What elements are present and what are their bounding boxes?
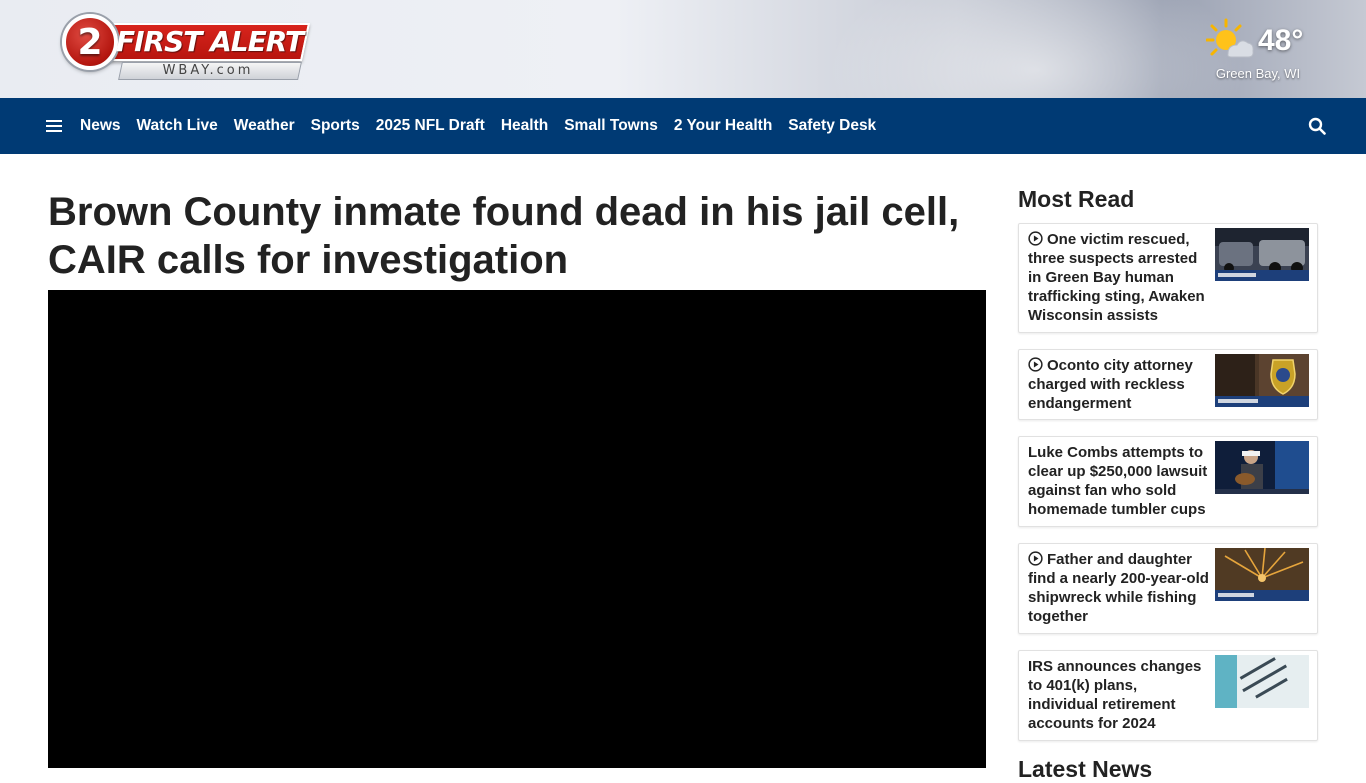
article-headline: Brown County inmate found dead in his ja… xyxy=(48,190,960,282)
nav-item-nfl-draft[interactable]: 2025 NFL Draft xyxy=(376,117,485,135)
logo-number: 2 xyxy=(62,14,118,70)
nav-item-health[interactable]: Health xyxy=(501,117,548,135)
most-read-item-title: IRS announces changes to 401(k) plans, i… xyxy=(1028,658,1202,732)
video-player[interactable] xyxy=(48,290,986,768)
logo-text: FIRST ALERT xyxy=(116,25,304,58)
logo-subtext: WBAY.com xyxy=(162,63,254,78)
hamburger-menu-icon[interactable] xyxy=(46,119,62,133)
most-read-sidebar: Most Read One victim rescued, three susp… xyxy=(1018,186,1318,741)
most-read-item[interactable]: Oconto city attorney charged with reckle… xyxy=(1018,349,1318,420)
most-read-item-title: One victim rescued, three suspects arres… xyxy=(1028,231,1205,324)
most-read-item-title: Oconto city attorney charged with reckle… xyxy=(1028,357,1193,412)
nav-item-small-towns[interactable]: Small Towns xyxy=(564,117,658,135)
nav-item-watch-live[interactable]: Watch Live xyxy=(137,117,218,135)
article-thumbnail xyxy=(1215,655,1309,708)
most-read-title: Most Read xyxy=(1018,186,1135,212)
latest-news-title: Latest News xyxy=(1018,756,1153,782)
most-read-item-title: Father and daughter find a nearly 200-ye… xyxy=(1028,551,1209,625)
main-nav: News Watch Live Weather Sports 2025 NFL … xyxy=(0,98,1366,154)
article-thumbnail xyxy=(1215,441,1309,494)
play-icon xyxy=(1028,357,1043,372)
nav-item-weather[interactable]: Weather xyxy=(234,117,295,135)
nav-item-safety-desk[interactable]: Safety Desk xyxy=(788,117,876,135)
article-thumbnail xyxy=(1215,354,1309,407)
weather-widget[interactable]: 48° Green Bay, WI xyxy=(1198,18,1318,84)
most-read-item[interactable]: One victim rescued, three suspects arres… xyxy=(1018,223,1318,333)
article-thumbnail xyxy=(1215,548,1309,601)
play-icon xyxy=(1028,551,1043,566)
site-header: 2 FIRST ALERT WBAY.com 48° Green Bay, WI xyxy=(0,0,1366,98)
most-read-item-title: Luke Combs attempts to clear up $250,000… xyxy=(1028,444,1208,518)
search-icon[interactable] xyxy=(1308,117,1326,135)
nav-item-news[interactable]: News xyxy=(80,117,121,135)
station-logo[interactable]: 2 FIRST ALERT WBAY.com xyxy=(50,14,311,84)
article-thumbnail xyxy=(1215,228,1309,281)
play-icon xyxy=(1028,231,1043,246)
partly-sunny-icon xyxy=(1206,18,1254,58)
most-read-item[interactable]: Father and daughter find a nearly 200-ye… xyxy=(1018,543,1318,634)
most-read-item[interactable]: Luke Combs attempts to clear up $250,000… xyxy=(1018,436,1318,527)
weather-temperature: 48° xyxy=(1258,24,1304,57)
nav-item-2-your-health[interactable]: 2 Your Health xyxy=(674,117,772,135)
nav-item-sports[interactable]: Sports xyxy=(311,117,360,135)
most-read-item[interactable]: IRS announces changes to 401(k) plans, i… xyxy=(1018,650,1318,741)
weather-location: Green Bay, WI xyxy=(1215,66,1301,81)
